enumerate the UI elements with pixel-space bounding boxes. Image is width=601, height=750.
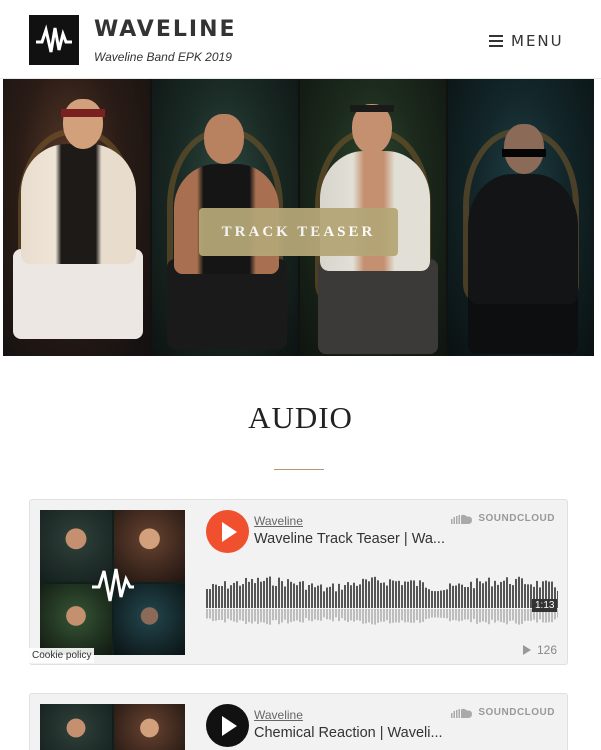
artist-link[interactable]: Waveline: [254, 514, 303, 528]
track-title[interactable]: Chemical Reaction | Waveli...: [254, 725, 454, 741]
track-duration: 1:13: [532, 599, 558, 612]
artist-link[interactable]: Waveline: [254, 708, 303, 722]
heading-divider: [274, 469, 324, 470]
track-artwork[interactable]: [40, 704, 185, 750]
soundcloud-player: Waveline Waveline Track Teaser | Wa... S…: [29, 499, 568, 665]
play-count: 126: [522, 643, 557, 657]
hamburger-icon: [489, 35, 503, 47]
menu-label: MENU: [511, 32, 564, 50]
soundcloud-icon: [451, 514, 473, 524]
play-count-value: 126: [536, 643, 557, 657]
track-title[interactable]: Waveline Track Teaser | Wa...: [254, 531, 454, 547]
play-count-icon: [522, 645, 531, 655]
band-member-photo: [446, 79, 594, 356]
soundcloud-logo[interactable]: SOUNDCLOUD: [451, 513, 555, 524]
soundcloud-player: Waveline Chemical Reaction | Waveli... S…: [29, 693, 568, 750]
soundcloud-label: SOUNDCLOUD: [478, 513, 555, 524]
soundcloud-label: SOUNDCLOUD: [478, 707, 555, 718]
brand-subtitle: Waveline Band EPK 2019: [94, 50, 232, 64]
play-button[interactable]: [206, 510, 249, 553]
cookie-policy-link[interactable]: Cookie policy: [29, 648, 95, 663]
play-button[interactable]: [206, 704, 249, 747]
play-icon: [222, 715, 237, 736]
band-member-photo: [3, 79, 150, 356]
section-heading: AUDIO: [248, 400, 353, 435]
waveform-scrubber[interactable]: [206, 568, 558, 630]
soundcloud-logo[interactable]: SOUNDCLOUD: [451, 707, 555, 718]
site-header: WAVELINE Waveline Band EPK 2019 MENU: [0, 0, 601, 79]
track-artwork[interactable]: [40, 510, 185, 655]
brand-title[interactable]: WAVELINE: [94, 17, 237, 42]
soundcloud-icon: [451, 708, 473, 718]
menu-button[interactable]: MENU: [489, 31, 564, 51]
waveform-logo-icon: [92, 568, 134, 602]
track-teaser-button[interactable]: TRACK TEASER: [199, 208, 398, 256]
play-icon: [222, 521, 237, 542]
waveform-logo-icon[interactable]: [29, 15, 79, 65]
